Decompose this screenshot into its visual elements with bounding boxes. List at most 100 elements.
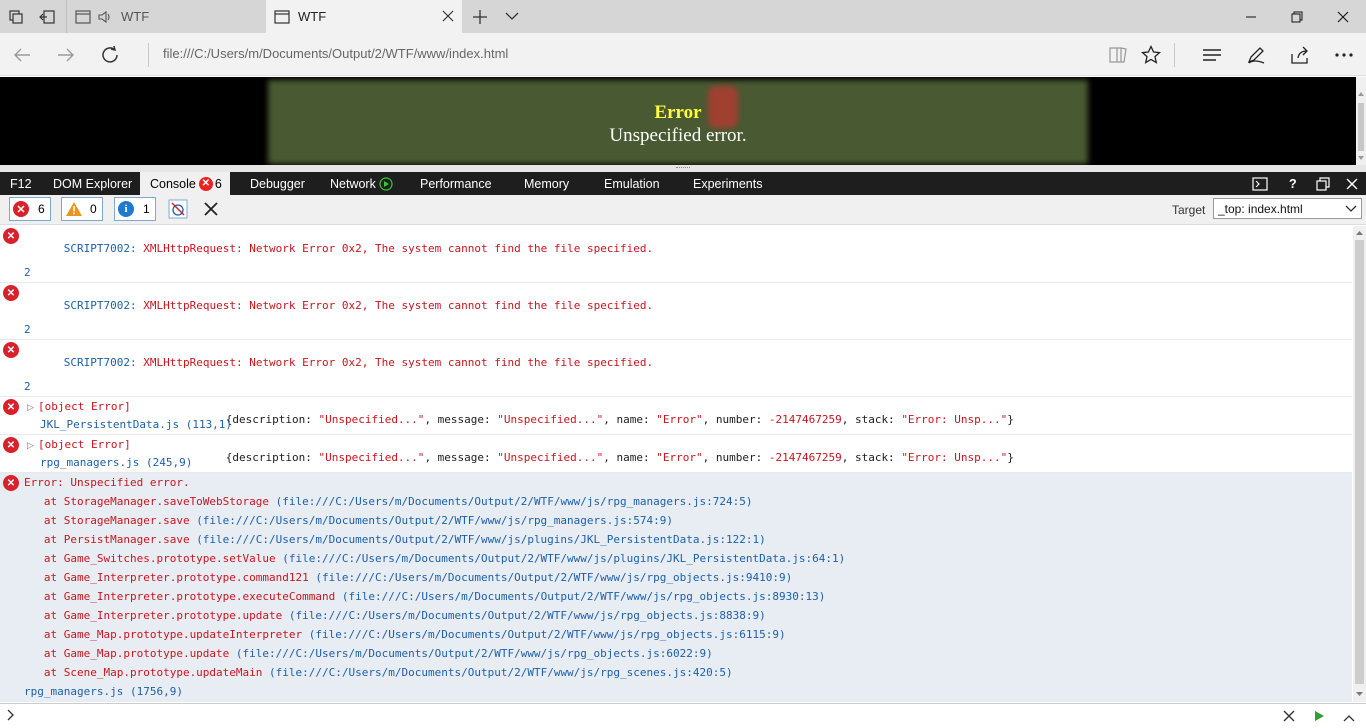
stack-frame-location-link[interactable]: (file:///C:/Users/m/Documents/Output/2/W… xyxy=(276,495,753,508)
clear-on-navigate-icon[interactable] xyxy=(168,199,188,219)
favorite-star-icon[interactable] xyxy=(1129,33,1173,76)
tab-experiments[interactable]: Experiments xyxy=(693,172,762,195)
expand-input-icon[interactable] xyxy=(1343,712,1355,726)
error-code: SCRIPT7002: xyxy=(63,299,137,312)
web-note-pen-icon[interactable] xyxy=(1234,33,1278,76)
filter-errors-button[interactable]: ✕ 6 xyxy=(9,197,51,221)
tab-memory[interactable]: Memory xyxy=(524,172,569,195)
detail-key: , message: xyxy=(424,413,498,426)
error-count: 6 xyxy=(38,202,45,216)
expand-triangle-icon[interactable]: ▷ xyxy=(27,440,34,451)
devtools-splitter[interactable] xyxy=(0,165,1366,172)
restore-button[interactable] xyxy=(1274,0,1320,33)
stack-frame: at Game_Interpreter.prototype.update (fi… xyxy=(24,609,766,628)
clear-console-icon[interactable] xyxy=(203,201,219,217)
stack-frame: at Game_Interpreter.prototype.executeCom… xyxy=(24,590,825,609)
tab-debugger[interactable]: Debugger xyxy=(250,172,305,195)
stack-frame-function: at Scene_Map.prototype.updateMain xyxy=(24,666,270,679)
page-error-title: Error xyxy=(654,102,702,123)
tab-performance[interactable]: Performance xyxy=(420,172,492,195)
more-options-icon[interactable] xyxy=(1322,33,1366,76)
console-scrollbar[interactable] xyxy=(1353,226,1366,702)
stack-frame-location-link[interactable]: (file:///C:/Users/m/Documents/Output/2/W… xyxy=(315,571,792,584)
console-message-selected[interactable]: ✕ Error: Unspecified error. at StorageMa… xyxy=(0,473,1352,702)
detail-key: } xyxy=(1007,413,1014,426)
console-message[interactable]: ✕ ▷ [object Error] {description: "Unspec… xyxy=(0,435,1352,473)
forward-button[interactable] xyxy=(44,33,88,76)
console-message[interactable]: ✕ SCRIPT7002: XMLHttpRequest: Network Er… xyxy=(0,340,1352,397)
page-error-message: Unspecified error. xyxy=(609,125,747,146)
console-output[interactable]: ✕ SCRIPT7002: XMLHttpRequest: Network Er… xyxy=(0,226,1352,702)
tab-console[interactable]: Console ✕ 6 xyxy=(140,172,230,195)
stack-frame-function: at StorageManager.saveToWebStorage xyxy=(24,495,276,508)
page-scrollbar[interactable] xyxy=(1356,77,1366,165)
tab-emulation[interactable]: Emulation xyxy=(604,172,660,195)
help-icon[interactable]: ? xyxy=(1289,172,1297,195)
stack-frame-location-link[interactable]: (file:///C:/Users/m/Documents/Output/2/W… xyxy=(289,609,766,622)
stack-frame-location-link[interactable]: (file:///C:/Users/m/Documents/Output/2/W… xyxy=(309,628,786,641)
close-devtools-icon[interactable] xyxy=(1346,172,1358,195)
error-code: SCRIPT7002: xyxy=(63,242,137,255)
stack-frame-location-link[interactable]: (file:///C:/Users/m/Documents/Output/2/W… xyxy=(282,552,845,565)
error-text: XMLHttpRequest: Network Error 0x2, The s… xyxy=(136,356,654,369)
address-input[interactable]: file:///C:/Users/m/Documents/Output/2/WT… xyxy=(163,46,508,61)
new-tab-icon[interactable] xyxy=(472,9,488,25)
stack-frame-location-link[interactable]: (file:///C:/Users/m/Documents/Output/2/W… xyxy=(269,666,733,679)
close-window-button[interactable] xyxy=(1320,0,1366,33)
clear-input-icon[interactable] xyxy=(1283,710,1295,725)
run-script-icon[interactable] xyxy=(1313,710,1325,725)
minimize-button[interactable] xyxy=(1228,0,1274,33)
filter-info-button[interactable]: i 1 xyxy=(114,197,156,221)
hub-icon[interactable] xyxy=(1190,33,1234,76)
tab-network-label: Network xyxy=(330,176,376,191)
stack-frame: at PersistManager.save (file:///C:/Users… xyxy=(24,533,766,552)
target-select[interactable]: _top: index.html xyxy=(1213,198,1362,219)
console-message[interactable]: ✕ ▷ [object Error] {description: "Unspec… xyxy=(0,397,1352,435)
message-text: SCRIPT7002: XMLHttpRequest: Network Erro… xyxy=(24,343,653,369)
stack-frame: at Scene_Map.prototype.updateMain (file:… xyxy=(24,666,733,685)
tab-actions-icon[interactable] xyxy=(8,9,24,25)
console-message[interactable]: ✕ SCRIPT7002: XMLHttpRequest: Network Er… xyxy=(0,283,1352,340)
set-tabs-aside-icon[interactable] xyxy=(39,9,55,25)
stack-frame-location-link[interactable]: (file:///C:/Users/m/Documents/Output/2/W… xyxy=(196,514,673,527)
stack-frame-function: at Game_Switches.prototype.setValue xyxy=(24,552,283,565)
object-label: [object Error] xyxy=(38,400,131,413)
console-message[interactable]: ✕ SCRIPT7002: XMLHttpRequest: Network Er… xyxy=(0,226,1352,283)
tab-inactive[interactable]: WTF xyxy=(66,0,266,33)
detail-key: , name: xyxy=(603,413,657,426)
expand-triangle-icon[interactable]: ▷ xyxy=(27,402,34,413)
share-icon[interactable] xyxy=(1278,33,1322,76)
detail-key: , message: xyxy=(424,451,498,464)
stack-frame-location-link[interactable]: (file:///C:/Users/m/Documents/Output/2/W… xyxy=(342,590,825,603)
stack-frame-function: at StorageManager.save xyxy=(24,514,197,527)
tab-network[interactable]: Network xyxy=(330,172,393,195)
tab-active[interactable]: WTF xyxy=(266,0,462,33)
error-icon: ✕ xyxy=(3,228,19,244)
close-tab-icon[interactable] xyxy=(442,10,454,22)
detail-key: , name: xyxy=(603,451,657,464)
web-page-viewport[interactable]: Error Unspecified error. xyxy=(0,77,1356,165)
tab-console-label: Console xyxy=(150,176,196,191)
console-input-bar[interactable] xyxy=(0,703,1366,728)
tab-title: WTF xyxy=(121,9,150,24)
undock-icon[interactable] xyxy=(1316,172,1330,195)
console-scrollbar-thumb[interactable] xyxy=(1355,240,1364,684)
tab-preview-chevron-icon[interactable] xyxy=(505,11,519,21)
console-toggle-icon[interactable] xyxy=(1252,172,1268,195)
speaker-icon[interactable] xyxy=(97,10,113,24)
f12-label: F12 xyxy=(10,176,32,191)
back-button[interactable] xyxy=(0,33,44,76)
console-toolbar: ✕ 6 0 i 1 Target _top: index.html xyxy=(0,195,1366,225)
divider xyxy=(148,43,149,67)
stack-frame-location-link[interactable]: (file:///C:/Users/m/Documents/Output/2/W… xyxy=(236,647,713,660)
detail-value: "Error: Unsp..." xyxy=(901,413,1008,426)
warning-count: 0 xyxy=(90,202,97,216)
record-play-icon xyxy=(379,176,393,191)
source-link[interactable]: rpg_managers.js (1756,9) xyxy=(24,685,183,702)
tab-dom-explorer[interactable]: DOM Explorer xyxy=(53,172,132,195)
refresh-button[interactable] xyxy=(88,33,132,76)
filter-warnings-button[interactable]: 0 xyxy=(61,197,103,221)
stack-frame-location-link[interactable]: (file:///C:/Users/m/Documents/Output/2/W… xyxy=(196,533,766,546)
detail-key: , number: xyxy=(702,451,769,464)
object-detail: {description: "Unspecified...", message:… xyxy=(186,400,1014,426)
